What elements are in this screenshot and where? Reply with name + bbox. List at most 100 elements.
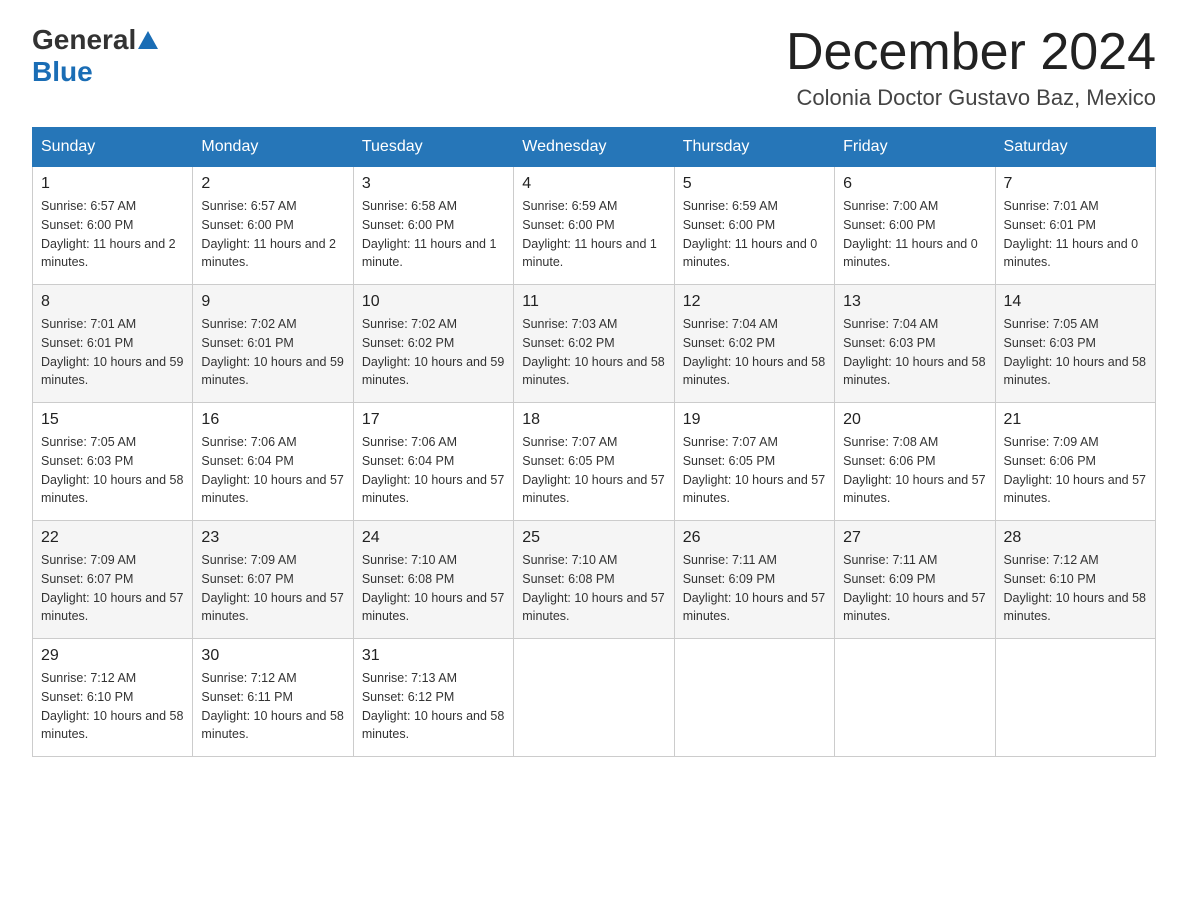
calendar-cell: 2 Sunrise: 6:57 AMSunset: 6:00 PMDayligh… [193,167,353,285]
day-number: 8 [41,293,184,311]
day-number: 20 [843,411,986,429]
week-row-1: 1 Sunrise: 6:57 AMSunset: 6:00 PMDayligh… [33,167,1156,285]
day-number: 15 [41,411,184,429]
logo: General Blue [32,24,160,88]
day-number: 31 [362,647,505,665]
calendar-cell: 23 Sunrise: 7:09 AMSunset: 6:07 PMDaylig… [193,521,353,639]
logo-triangle-icon [138,31,158,49]
calendar-cell: 28 Sunrise: 7:12 AMSunset: 6:10 PMDaylig… [995,521,1155,639]
calendar-cell: 25 Sunrise: 7:10 AMSunset: 6:08 PMDaylig… [514,521,674,639]
calendar-cell: 11 Sunrise: 7:03 AMSunset: 6:02 PMDaylig… [514,285,674,403]
logo-blue-text: Blue [32,56,93,87]
day-info: Sunrise: 6:57 AMSunset: 6:00 PMDaylight:… [41,199,176,269]
calendar-cell: 6 Sunrise: 7:00 AMSunset: 6:00 PMDayligh… [835,167,995,285]
day-info: Sunrise: 7:08 AMSunset: 6:06 PMDaylight:… [843,435,985,505]
day-info: Sunrise: 7:07 AMSunset: 6:05 PMDaylight:… [522,435,664,505]
day-number: 13 [843,293,986,311]
day-number: 16 [201,411,344,429]
title-section: December 2024 Colonia Doctor Gustavo Baz… [786,24,1156,111]
header-tuesday: Tuesday [353,128,513,167]
day-info: Sunrise: 7:01 AMSunset: 6:01 PMDaylight:… [1004,199,1139,269]
day-number: 17 [362,411,505,429]
header-saturday: Saturday [995,128,1155,167]
week-row-3: 15 Sunrise: 7:05 AMSunset: 6:03 PMDaylig… [33,403,1156,521]
calendar-cell [514,639,674,757]
day-info: Sunrise: 7:10 AMSunset: 6:08 PMDaylight:… [522,553,664,623]
month-title: December 2024 [786,24,1156,81]
calendar-cell: 18 Sunrise: 7:07 AMSunset: 6:05 PMDaylig… [514,403,674,521]
calendar-cell: 19 Sunrise: 7:07 AMSunset: 6:05 PMDaylig… [674,403,834,521]
day-info: Sunrise: 6:59 AMSunset: 6:00 PMDaylight:… [683,199,818,269]
day-info: Sunrise: 7:11 AMSunset: 6:09 PMDaylight:… [843,553,985,623]
day-info: Sunrise: 7:00 AMSunset: 6:00 PMDaylight:… [843,199,978,269]
day-number: 19 [683,411,826,429]
header-sunday: Sunday [33,128,193,167]
day-info: Sunrise: 7:05 AMSunset: 6:03 PMDaylight:… [1004,317,1146,387]
day-info: Sunrise: 7:06 AMSunset: 6:04 PMDaylight:… [362,435,504,505]
calendar-cell: 15 Sunrise: 7:05 AMSunset: 6:03 PMDaylig… [33,403,193,521]
day-number: 10 [362,293,505,311]
day-info: Sunrise: 7:11 AMSunset: 6:09 PMDaylight:… [683,553,825,623]
day-number: 30 [201,647,344,665]
day-number: 6 [843,175,986,193]
day-number: 24 [362,529,505,547]
header-monday: Monday [193,128,353,167]
day-info: Sunrise: 7:12 AMSunset: 6:10 PMDaylight:… [1004,553,1146,623]
day-number: 23 [201,529,344,547]
day-info: Sunrise: 7:02 AMSunset: 6:02 PMDaylight:… [362,317,504,387]
calendar-cell: 9 Sunrise: 7:02 AMSunset: 6:01 PMDayligh… [193,285,353,403]
calendar-cell: 17 Sunrise: 7:06 AMSunset: 6:04 PMDaylig… [353,403,513,521]
day-info: Sunrise: 6:58 AMSunset: 6:00 PMDaylight:… [362,199,497,269]
calendar-cell: 31 Sunrise: 7:13 AMSunset: 6:12 PMDaylig… [353,639,513,757]
calendar-cell: 5 Sunrise: 6:59 AMSunset: 6:00 PMDayligh… [674,167,834,285]
day-info: Sunrise: 7:02 AMSunset: 6:01 PMDaylight:… [201,317,343,387]
calendar-cell: 3 Sunrise: 6:58 AMSunset: 6:00 PMDayligh… [353,167,513,285]
day-number: 7 [1004,175,1147,193]
weekday-header-row: SundayMondayTuesdayWednesdayThursdayFrid… [33,128,1156,167]
day-number: 3 [362,175,505,193]
day-number: 26 [683,529,826,547]
day-info: Sunrise: 7:04 AMSunset: 6:02 PMDaylight:… [683,317,825,387]
day-number: 2 [201,175,344,193]
day-number: 27 [843,529,986,547]
day-number: 28 [1004,529,1147,547]
week-row-5: 29 Sunrise: 7:12 AMSunset: 6:10 PMDaylig… [33,639,1156,757]
calendar-cell: 26 Sunrise: 7:11 AMSunset: 6:09 PMDaylig… [674,521,834,639]
day-info: Sunrise: 7:09 AMSunset: 6:07 PMDaylight:… [201,553,343,623]
day-number: 21 [1004,411,1147,429]
day-info: Sunrise: 7:03 AMSunset: 6:02 PMDaylight:… [522,317,664,387]
calendar-cell [835,639,995,757]
calendar-cell: 1 Sunrise: 6:57 AMSunset: 6:00 PMDayligh… [33,167,193,285]
calendar-cell: 7 Sunrise: 7:01 AMSunset: 6:01 PMDayligh… [995,167,1155,285]
calendar-cell: 10 Sunrise: 7:02 AMSunset: 6:02 PMDaylig… [353,285,513,403]
day-number: 22 [41,529,184,547]
calendar-cell: 14 Sunrise: 7:05 AMSunset: 6:03 PMDaylig… [995,285,1155,403]
header-thursday: Thursday [674,128,834,167]
day-info: Sunrise: 7:05 AMSunset: 6:03 PMDaylight:… [41,435,183,505]
day-info: Sunrise: 7:12 AMSunset: 6:10 PMDaylight:… [41,671,183,741]
calendar-cell: 4 Sunrise: 6:59 AMSunset: 6:00 PMDayligh… [514,167,674,285]
day-info: Sunrise: 6:59 AMSunset: 6:00 PMDaylight:… [522,199,657,269]
calendar-cell: 13 Sunrise: 7:04 AMSunset: 6:03 PMDaylig… [835,285,995,403]
calendar-cell: 30 Sunrise: 7:12 AMSunset: 6:11 PMDaylig… [193,639,353,757]
calendar-table: SundayMondayTuesdayWednesdayThursdayFrid… [32,127,1156,757]
logo-general-text: General [32,24,136,56]
page-header: General Blue December 2024 Colonia Docto… [32,24,1156,111]
day-number: 9 [201,293,344,311]
location-title: Colonia Doctor Gustavo Baz, Mexico [786,85,1156,111]
day-info: Sunrise: 7:12 AMSunset: 6:11 PMDaylight:… [201,671,343,741]
week-row-2: 8 Sunrise: 7:01 AMSunset: 6:01 PMDayligh… [33,285,1156,403]
day-info: Sunrise: 7:06 AMSunset: 6:04 PMDaylight:… [201,435,343,505]
day-number: 11 [522,293,665,311]
calendar-cell: 8 Sunrise: 7:01 AMSunset: 6:01 PMDayligh… [33,285,193,403]
day-info: Sunrise: 6:57 AMSunset: 6:00 PMDaylight:… [201,199,336,269]
calendar-cell: 24 Sunrise: 7:10 AMSunset: 6:08 PMDaylig… [353,521,513,639]
day-info: Sunrise: 7:01 AMSunset: 6:01 PMDaylight:… [41,317,183,387]
day-number: 18 [522,411,665,429]
day-info: Sunrise: 7:13 AMSunset: 6:12 PMDaylight:… [362,671,504,741]
day-info: Sunrise: 7:09 AMSunset: 6:07 PMDaylight:… [41,553,183,623]
week-row-4: 22 Sunrise: 7:09 AMSunset: 6:07 PMDaylig… [33,521,1156,639]
day-number: 14 [1004,293,1147,311]
calendar-cell: 29 Sunrise: 7:12 AMSunset: 6:10 PMDaylig… [33,639,193,757]
day-info: Sunrise: 7:04 AMSunset: 6:03 PMDaylight:… [843,317,985,387]
